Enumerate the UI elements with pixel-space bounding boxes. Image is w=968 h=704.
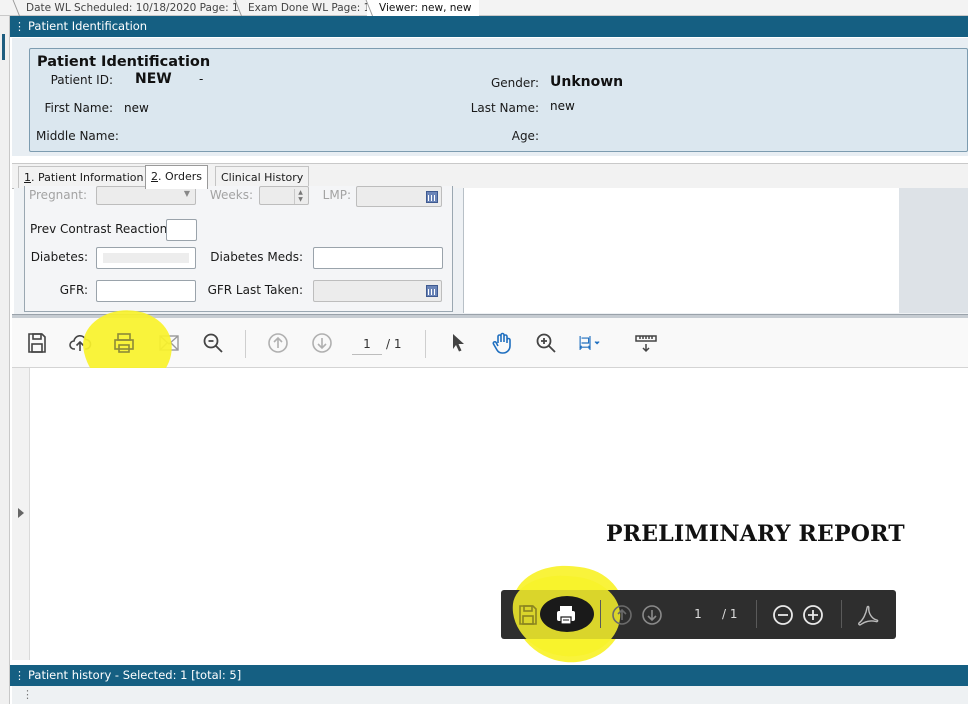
toolbar-divider	[841, 600, 842, 628]
toolbar-divider	[600, 600, 601, 628]
gfr-field[interactable]	[96, 280, 196, 302]
select-cursor-icon[interactable]	[446, 331, 470, 355]
toolbar-divider	[425, 330, 426, 358]
last-name-value: new	[550, 99, 575, 113]
floating-page-total: / 1	[722, 607, 738, 621]
orders-scroll-area[interactable]	[899, 188, 968, 313]
toolbar-divider	[756, 600, 757, 628]
gender-value: Unknown	[550, 74, 624, 90]
print-icon[interactable]	[554, 603, 578, 627]
patient-id-suffix: -	[199, 72, 204, 86]
tab-label: . Patient Information	[31, 171, 144, 184]
patient-id-value: NEW	[135, 71, 172, 87]
pregnant-label: Pregnant:	[28, 188, 87, 202]
lmp-date-field[interactable]	[356, 186, 442, 207]
diabetes-label: Diabetes:	[30, 250, 88, 264]
gfr-last-taken-field[interactable]	[313, 280, 442, 302]
page-total: / 1	[386, 337, 402, 351]
patient-id-label: Patient ID:	[50, 73, 113, 87]
diabetes-meds-field[interactable]	[313, 247, 443, 269]
tab-hotkey: 1	[24, 171, 31, 184]
hand-pan-icon[interactable]	[490, 331, 514, 355]
save-icon[interactable]	[25, 331, 49, 355]
window-tab-strip: Date WL Scheduled: 10/18/2020 Page: 1 Ex…	[0, 0, 968, 16]
prev-contrast-field[interactable]	[166, 219, 197, 241]
print-icon[interactable]	[112, 331, 136, 355]
age-label: Age:	[511, 129, 539, 143]
spinner-arrows-icon[interactable]: ▲ ▼	[294, 189, 306, 204]
tab-viewer[interactable]: Viewer: new, new	[367, 0, 479, 16]
report-title: PRELIMINARY REPORT	[606, 521, 905, 547]
grip-icon: ⋮	[22, 688, 33, 701]
grip-icon: ⋮	[14, 20, 25, 33]
tab-hotkey: 2	[151, 170, 158, 183]
tab-clinical-history[interactable]: Clinical History	[215, 166, 310, 188]
orders-side-panel	[463, 188, 899, 313]
lmp-label: LMP:	[322, 188, 351, 202]
page-number-input[interactable]: 1	[352, 333, 382, 355]
patient-identification-title: Patient Identification	[37, 54, 211, 70]
calendar-icon[interactable]	[426, 191, 438, 203]
diabetes-meds-label: Diabetes Meds:	[210, 250, 303, 264]
prev-contrast-label: Prev Contrast Reaction	[30, 222, 168, 236]
fit-page-icon[interactable]	[578, 331, 612, 355]
toolbar-divider	[245, 330, 246, 358]
patient-history-status: Patient history - Selected: 1 [total: 5]	[28, 668, 242, 682]
tab-date-wl-scheduled[interactable]: Date WL Scheduled: 10/18/2020 Page: 1	[14, 0, 239, 16]
weeks-label: Weeks:	[209, 188, 253, 202]
weeks-stepper[interactable]: ▲ ▼	[259, 186, 309, 205]
calendar-icon[interactable]	[426, 285, 438, 297]
tab-patient-information[interactable]: 1. Patient Information	[18, 166, 150, 188]
acrobat-icon[interactable]	[856, 603, 880, 627]
patient-history-panel: ⋮	[12, 686, 968, 704]
left-frame-marker	[2, 34, 5, 60]
patient-history-bar[interactable]: ⋮ Patient history - Selected: 1 [total: 5…	[10, 665, 968, 686]
zoom-in-icon[interactable]	[534, 331, 558, 355]
zoom-in-icon[interactable]	[801, 603, 825, 627]
left-frame-strip	[0, 16, 10, 704]
patient-identification-header[interactable]: ⋮ Patient Identification	[10, 16, 968, 37]
diabetes-field-fill	[103, 253, 189, 263]
tab-orders[interactable]: 2. Orders	[145, 165, 208, 189]
diabetes-field[interactable]	[96, 247, 196, 269]
gfr-last-taken-label: GFR Last Taken:	[207, 283, 303, 297]
save-icon[interactable]	[516, 603, 540, 627]
first-name-value: new	[124, 101, 149, 115]
expand-panel-icon[interactable]	[18, 508, 24, 518]
tab-label: . Orders	[158, 170, 202, 183]
zoom-out-icon[interactable]	[771, 603, 795, 627]
middle-name-label: Middle Name:	[36, 129, 119, 143]
next-page-icon[interactable]	[640, 603, 664, 627]
gender-label: Gender:	[490, 76, 539, 90]
grip-icon: ⋮	[14, 669, 25, 682]
header-title: Patient Identification	[28, 19, 148, 33]
prev-page-icon[interactable]	[266, 331, 290, 355]
annotate-icon[interactable]	[634, 331, 658, 355]
chevron-down-icon: ▼	[183, 189, 190, 198]
prev-page-icon[interactable]	[610, 603, 634, 627]
tab-label: Clinical History	[221, 171, 304, 184]
last-name-label: Last Name:	[470, 101, 539, 115]
gfr-label: GFR:	[59, 283, 88, 297]
next-page-icon[interactable]	[310, 331, 334, 355]
tab-exam-done-wl[interactable]: Exam Done WL Page: 1	[236, 0, 370, 16]
search-icon[interactable]	[201, 331, 225, 355]
first-name-label: First Name:	[44, 101, 113, 115]
floating-page-input[interactable]: 1	[684, 603, 712, 625]
